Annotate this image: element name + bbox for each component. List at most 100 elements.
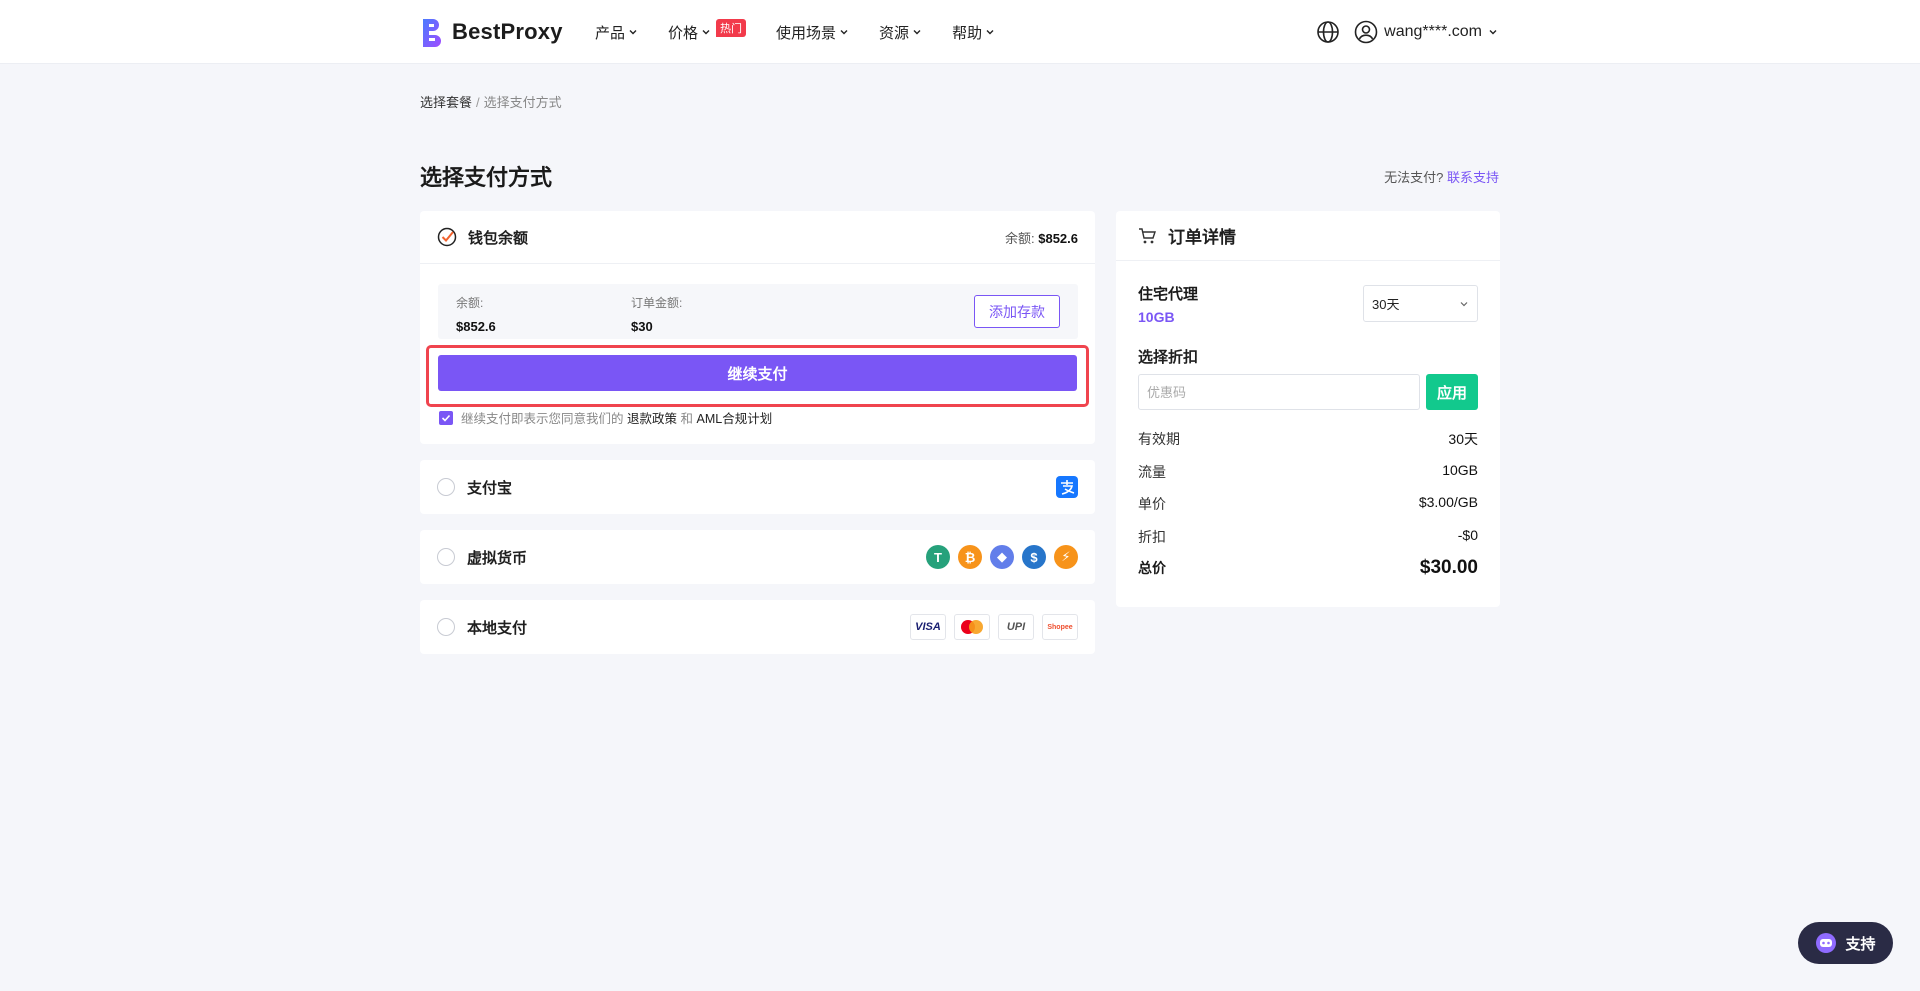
- chevron-down-icon: [986, 30, 994, 35]
- continue-highlight: 继续支付: [426, 345, 1089, 407]
- crypto-payment-card[interactable]: 虚拟货币 T ₿ ◆ $ ⚡: [420, 530, 1095, 584]
- order-amount-value: $30: [631, 319, 653, 334]
- order-row-validity: 有效期 30天: [1138, 429, 1478, 449]
- support-chat-button[interactable]: 支持: [1798, 922, 1893, 964]
- local-payment-card[interactable]: 本地支付 VISA UPI Shopee: [420, 600, 1095, 654]
- breadcrumb: 选择套餐 / 选择支付方式: [420, 92, 562, 111]
- refund-policy-link[interactable]: 退款政策: [627, 412, 677, 426]
- local-label: 本地支付: [467, 619, 528, 637]
- breadcrumb-step-plan[interactable]: 选择套餐: [420, 95, 472, 110]
- support-label: 支持: [1845, 935, 1876, 953]
- no-pay-text: 无法支付?: [1384, 170, 1444, 185]
- nav-item-pricing[interactable]: 价格 热门: [668, 19, 747, 43]
- usdc-icon: $: [1022, 545, 1046, 569]
- globe-icon[interactable]: [1316, 20, 1340, 44]
- lightning-icon: ⚡: [1054, 545, 1078, 569]
- row-label: 折扣: [1138, 529, 1166, 545]
- checked-circle-icon: [437, 227, 457, 247]
- hot-badge: 热门: [716, 19, 747, 37]
- product-size: 10GB: [1138, 309, 1175, 325]
- nav-label: 使用场景: [776, 24, 837, 42]
- visa-icon: VISA: [910, 614, 946, 640]
- crypto-icons: T ₿ ◆ $ ⚡: [926, 545, 1078, 569]
- local-option[interactable]: 本地支付: [437, 617, 527, 638]
- aml-plan-link[interactable]: AML合规计划: [697, 412, 773, 426]
- user-menu[interactable]: wang****.com: [1354, 20, 1498, 44]
- row-value: 10GB: [1442, 462, 1478, 478]
- chevron-down-icon: [1460, 301, 1468, 306]
- terms-text: 继续支付即表示您同意我们的 退款政策 和 AML合规计划: [461, 408, 772, 427]
- page-title: 选择支付方式: [420, 165, 553, 190]
- chevron-down-icon: [702, 30, 710, 35]
- duration-value: 30天: [1372, 297, 1400, 312]
- total-value: $30.00: [1419, 557, 1478, 578]
- alipay-radio[interactable]: [437, 478, 455, 496]
- wallet-option: 钱包余额: [437, 227, 528, 248]
- balance-value: $852.6: [1038, 230, 1078, 246]
- order-amount-label: 订单金额:: [631, 296, 683, 310]
- nav-item-products[interactable]: 产品: [595, 22, 638, 43]
- crypto-radio[interactable]: [437, 548, 455, 566]
- tether-icon: T: [926, 545, 950, 569]
- main-nav: 产品 价格 热门 使用场景 资源 帮助: [595, 0, 995, 64]
- check-icon: [441, 414, 451, 422]
- alipay-payment-card[interactable]: 支付宝: [420, 460, 1095, 514]
- crypto-label: 虚拟货币: [467, 549, 528, 567]
- logo-icon: [423, 19, 441, 47]
- row-value: $3.00/GB: [1418, 494, 1478, 510]
- breadcrumb-step-payment: 选择支付方式: [483, 95, 562, 110]
- terms-agreement: 继续支付即表示您同意我们的 退款政策 和 AML合规计划: [439, 408, 772, 427]
- order-header: 订单详情: [1116, 211, 1500, 261]
- continue-payment-button[interactable]: 继续支付: [438, 355, 1077, 391]
- terms-prefix: 继续支付即表示您同意我们的: [461, 412, 624, 426]
- row-value: -$0: [1457, 527, 1478, 543]
- product-name: 住宅代理: [1138, 286, 1199, 303]
- nav-item-use-cases[interactable]: 使用场景: [776, 22, 849, 43]
- chevron-down-icon: [1489, 30, 1497, 35]
- header-actions: wang****.com: [1316, 0, 1498, 64]
- nav-label: 帮助: [952, 24, 983, 42]
- add-funds-button[interactable]: 添加存款: [974, 295, 1060, 328]
- apply-coupon-button[interactable]: 应用: [1426, 374, 1478, 410]
- info-balance-label: 余额:: [456, 296, 484, 310]
- order-title: 订单详情: [1168, 228, 1236, 247]
- info-balance: 余额: $852.6: [456, 294, 496, 334]
- terms-and: 和: [680, 412, 694, 426]
- order-row-traffic: 流量 10GB: [1138, 462, 1478, 482]
- chat-bot-icon: [1816, 933, 1837, 953]
- terms-checkbox[interactable]: [439, 410, 453, 425]
- contact-support-link[interactable]: 联系支持: [1447, 170, 1499, 185]
- duration-select[interactable]: 30天: [1363, 285, 1478, 322]
- brand-name: BestProxy: [452, 19, 563, 44]
- local-icons: VISA UPI Shopee: [910, 614, 1078, 640]
- balance-label: 余额:: [1004, 230, 1035, 246]
- discount-title: 选择折扣: [1138, 349, 1199, 366]
- ethereum-icon: ◆: [990, 545, 1014, 569]
- coupon-input[interactable]: [1138, 374, 1420, 410]
- local-radio[interactable]: [437, 618, 455, 636]
- no-pay-hint: 无法支付? 联系支持: [1384, 167, 1499, 186]
- alipay-option[interactable]: 支付宝: [437, 477, 512, 498]
- brand-logo[interactable]: BestProxy: [420, 17, 563, 47]
- chevron-down-icon: [913, 30, 921, 35]
- order-details-panel: 订单详情 住宅代理 10GB 30天 选择折扣 应用 有效期 30天 流量 10…: [1116, 211, 1500, 607]
- row-value: 30天: [1448, 431, 1478, 447]
- nav-item-help[interactable]: 帮助: [952, 22, 995, 43]
- crypto-option[interactable]: 虚拟货币: [437, 547, 527, 568]
- wallet-header[interactable]: 钱包余额 余额: $852.6: [420, 211, 1095, 264]
- upi-icon: UPI: [998, 614, 1034, 640]
- info-order-amount: 订单金额: $30: [631, 294, 682, 334]
- row-label: 有效期: [1138, 431, 1180, 447]
- nav-item-resources[interactable]: 资源: [879, 22, 922, 43]
- nav-label: 资源: [879, 24, 910, 42]
- mastercard-icon: [954, 614, 990, 640]
- chevron-down-icon: [629, 30, 637, 35]
- nav-label: 价格: [668, 24, 699, 42]
- chevron-down-icon: [840, 30, 848, 35]
- order-row-unit-price: 单价 $3.00/GB: [1138, 494, 1478, 514]
- alipay-icon: [1056, 476, 1078, 498]
- nav-label: 产品: [595, 24, 626, 42]
- order-row-discount: 折扣 -$0: [1138, 527, 1478, 547]
- shopee-icon: Shopee: [1042, 614, 1078, 640]
- order-row-total: 总价 $30.00: [1138, 557, 1478, 579]
